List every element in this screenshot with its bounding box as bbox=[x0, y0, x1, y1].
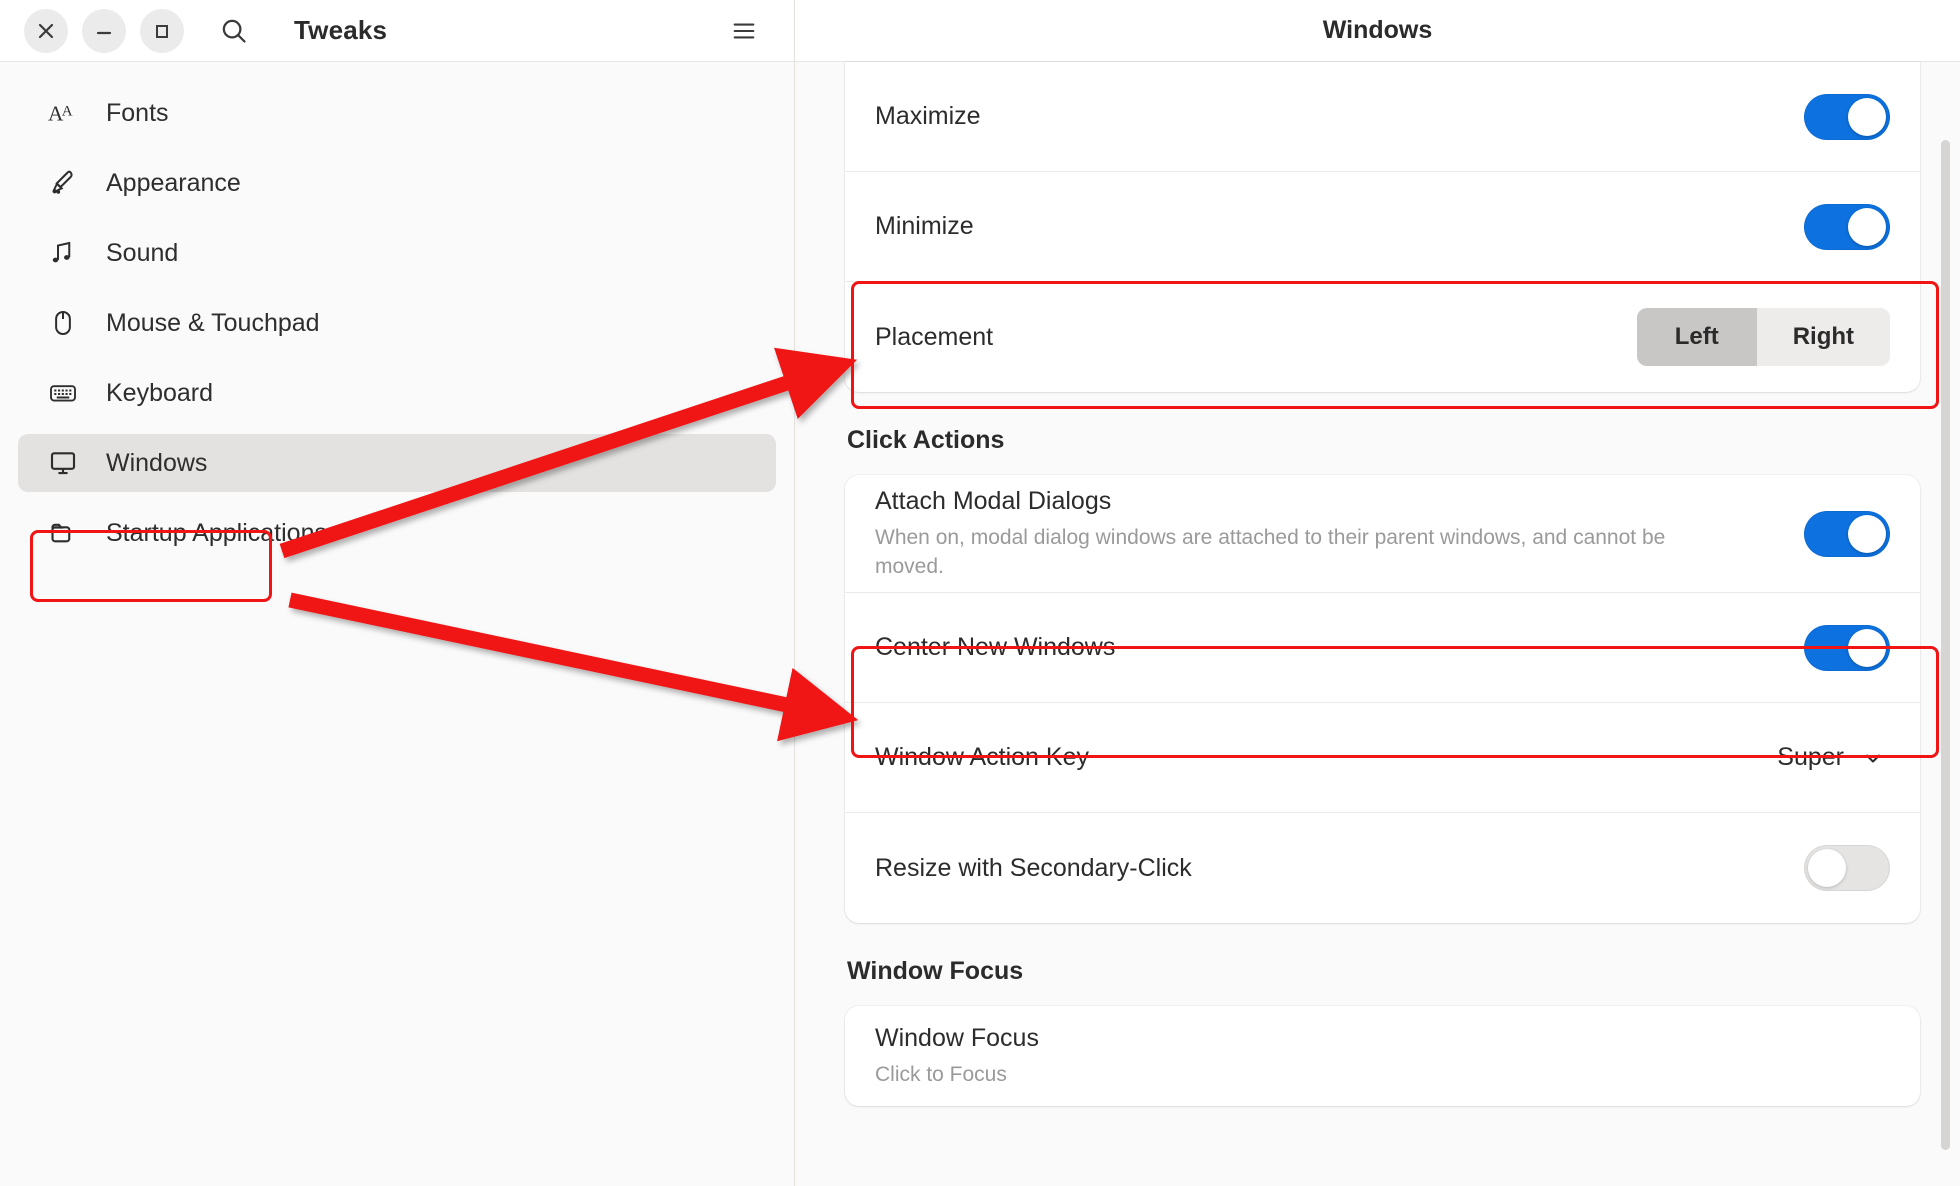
settings-content: Maximize Minimize Placem bbox=[795, 62, 1960, 1186]
sidebar-item-label: Sound bbox=[106, 239, 178, 268]
row-maximize: Maximize bbox=[845, 62, 1920, 172]
placement-option-left[interactable]: Left bbox=[1637, 308, 1757, 366]
dropdown-value: Super bbox=[1777, 743, 1844, 772]
vertical-scrollbar[interactable] bbox=[1941, 140, 1950, 1150]
section-heading-click-actions: Click Actions bbox=[847, 426, 1920, 455]
toggle-knob bbox=[1808, 849, 1846, 887]
sidebar-item-label: Keyboard bbox=[106, 379, 213, 408]
sidebar-item-fonts[interactable]: A A Fonts bbox=[18, 84, 776, 142]
attach-modal-dialogs-toggle[interactable] bbox=[1804, 511, 1890, 557]
paintbrush-icon bbox=[48, 168, 86, 198]
row-resize-with-secondary-click: Resize with Secondary-Click bbox=[845, 813, 1920, 923]
row-minimize: Minimize bbox=[845, 172, 1920, 282]
row-label: Center New Windows bbox=[875, 631, 1780, 664]
app-title: Tweaks bbox=[294, 15, 387, 46]
tweaks-window: Tweaks A A Fonts bbox=[0, 0, 1960, 1186]
row-label: Maximize bbox=[875, 100, 1780, 133]
sidebar-item-label: Appearance bbox=[106, 169, 241, 198]
toggle-knob bbox=[1848, 515, 1886, 553]
sidebar-item-label: Mouse & Touchpad bbox=[106, 309, 320, 338]
toggle-knob bbox=[1848, 629, 1886, 667]
row-label: Window Action Key bbox=[875, 741, 1753, 774]
font-icon: A A bbox=[48, 98, 86, 128]
minimize-button[interactable] bbox=[82, 9, 126, 53]
placement-option-right[interactable]: Right bbox=[1757, 308, 1890, 366]
row-label: Minimize bbox=[875, 210, 1780, 243]
folder-icon bbox=[48, 518, 86, 548]
monitor-icon bbox=[48, 448, 86, 478]
minimize-icon bbox=[94, 21, 114, 41]
right-pane: Windows Maximize Minimize bbox=[795, 0, 1960, 1186]
section-heading-window-focus: Window Focus bbox=[847, 957, 1920, 986]
music-note-icon bbox=[48, 238, 86, 268]
row-label: Resize with Secondary-Click bbox=[875, 852, 1780, 885]
sidebar-item-keyboard[interactable]: Keyboard bbox=[18, 364, 776, 422]
sidebar-item-label: Fonts bbox=[106, 99, 169, 128]
row-window-focus[interactable]: Window Focus Click to Focus bbox=[845, 1006, 1920, 1106]
row-description: When on, modal dialog windows are attach… bbox=[875, 524, 1705, 582]
sidebar-item-label: Startup Applications bbox=[106, 519, 327, 548]
titlebar: Tweaks bbox=[0, 0, 794, 62]
mouse-icon bbox=[48, 308, 86, 338]
click-actions-card: Attach Modal Dialogs When on, modal dial… bbox=[845, 475, 1920, 923]
placement-segmented-control[interactable]: Left Right bbox=[1637, 308, 1890, 366]
row-center-new-windows: Center New Windows bbox=[845, 593, 1920, 703]
sidebar-item-startup-applications[interactable]: Startup Applications bbox=[18, 504, 776, 562]
keyboard-icon bbox=[48, 378, 86, 408]
sidebar-item-windows[interactable]: Windows bbox=[18, 434, 776, 492]
row-description: Click to Focus bbox=[875, 1061, 1705, 1090]
search-button[interactable] bbox=[212, 9, 256, 53]
chevron-down-icon bbox=[1860, 745, 1886, 771]
row-window-action-key: Window Action Key Super bbox=[845, 703, 1920, 813]
toggle-knob bbox=[1848, 208, 1886, 246]
maximize-toggle[interactable] bbox=[1804, 94, 1890, 140]
hamburger-menu-icon bbox=[730, 17, 758, 45]
sidebar-item-appearance[interactable]: Appearance bbox=[18, 154, 776, 212]
sidebar-item-label: Windows bbox=[106, 449, 207, 478]
left-pane: Tweaks A A Fonts bbox=[0, 0, 795, 1186]
row-label: Attach Modal Dialogs bbox=[875, 485, 1780, 518]
maximize-button[interactable] bbox=[140, 9, 184, 53]
sidebar-item-mouse-touchpad[interactable]: Mouse & Touchpad bbox=[18, 294, 776, 352]
close-button[interactable] bbox=[24, 9, 68, 53]
maximize-icon bbox=[152, 21, 172, 41]
minimize-toggle[interactable] bbox=[1804, 204, 1890, 250]
svg-text:A: A bbox=[62, 104, 73, 120]
row-label: Window Focus bbox=[875, 1022, 1866, 1055]
row-label: Placement bbox=[875, 321, 1613, 354]
resize-with-secondary-click-toggle[interactable] bbox=[1804, 845, 1890, 891]
search-icon bbox=[219, 16, 249, 46]
page-title: Windows bbox=[1323, 16, 1433, 45]
close-icon bbox=[36, 21, 56, 41]
page-header: Windows bbox=[795, 0, 1960, 62]
window-buttons-card: Maximize Minimize Placem bbox=[845, 62, 1920, 392]
row-placement: Placement Left Right bbox=[845, 282, 1920, 392]
row-attach-modal-dialogs: Attach Modal Dialogs When on, modal dial… bbox=[845, 475, 1920, 593]
window-focus-card: Window Focus Click to Focus bbox=[845, 1006, 1920, 1106]
toggle-knob bbox=[1848, 98, 1886, 136]
window-action-key-dropdown[interactable]: Super bbox=[1777, 743, 1890, 772]
main-menu-button[interactable] bbox=[724, 11, 764, 51]
sidebar-item-sound[interactable]: Sound bbox=[18, 224, 776, 282]
center-new-windows-toggle[interactable] bbox=[1804, 625, 1890, 671]
sidebar: A A Fonts Appearance bbox=[0, 62, 794, 562]
